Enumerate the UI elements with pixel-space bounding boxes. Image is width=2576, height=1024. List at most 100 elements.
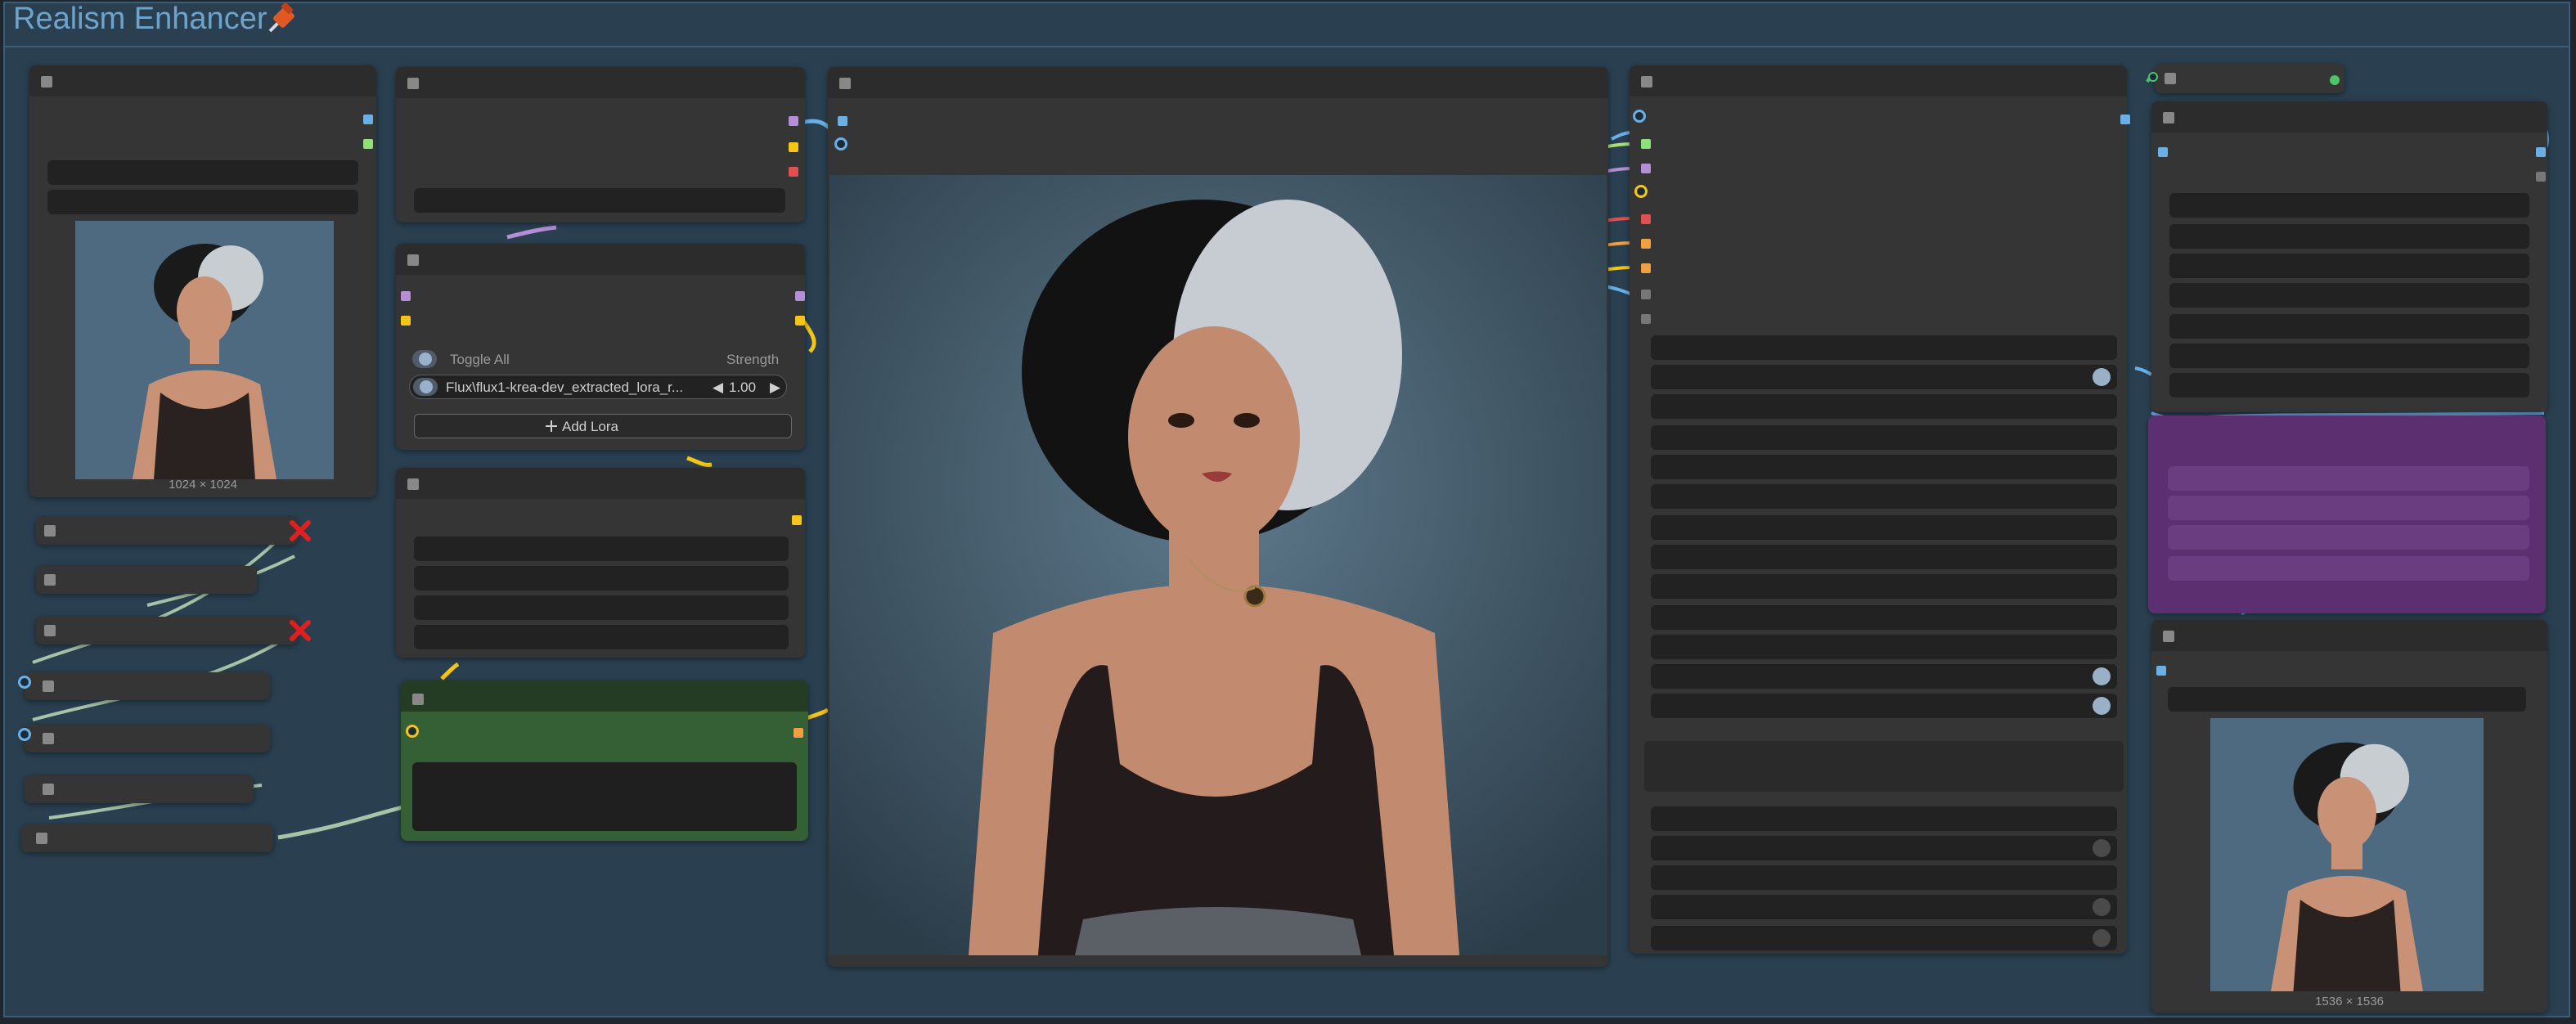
- input-slot-detailer[interactable]: [1641, 314, 1651, 324]
- input-slot[interactable]: [18, 676, 31, 689]
- collapse-toggle[interactable]: [407, 254, 419, 266]
- setting-widget-17[interactable]: [1651, 895, 2117, 919]
- model-name-widget[interactable]: [414, 188, 785, 213]
- toggle-all-switch[interactable]: [412, 350, 437, 368]
- setting-widget-18[interactable]: [1651, 926, 2117, 950]
- collapse-toggle[interactable]: [1641, 76, 1652, 88]
- primitive-node-3[interactable]: [36, 617, 298, 644]
- node-header[interactable]: [396, 468, 805, 499]
- input-slot[interactable]: [18, 728, 31, 741]
- input-slot-clip[interactable]: [401, 316, 411, 326]
- setting-widget-3[interactable]: [1651, 394, 2117, 419]
- input-slot-vae[interactable]: [1641, 214, 1651, 224]
- setting-widget-11[interactable]: [1651, 635, 2117, 659]
- output-slot-dot[interactable]: [2148, 72, 2158, 82]
- output-slot-clip[interactable]: [789, 142, 798, 152]
- param-widget-3[interactable]: [414, 595, 789, 620]
- collapse-toggle[interactable]: [44, 525, 56, 537]
- setting-widget-1[interactable]: [1651, 335, 2117, 360]
- remove-x-icon[interactable]: [288, 519, 312, 543]
- output-slot-image[interactable]: [2120, 115, 2130, 124]
- primitive-node-5[interactable]: [25, 725, 270, 752]
- toggle-knob[interactable]: [2093, 697, 2111, 715]
- lora-loader-node[interactable]: Toggle All Strength Flux\flux1-krea-dev_…: [396, 244, 805, 450]
- node-header[interactable]: [396, 67, 805, 98]
- bypassed-widget-2[interactable]: [2168, 496, 2529, 520]
- upscale-widget-3[interactable]: [2169, 254, 2529, 278]
- input-slot-image-a[interactable]: [838, 116, 847, 126]
- input-slot-negative[interactable]: [1641, 239, 1651, 249]
- bypassed-widget-3[interactable]: [2168, 525, 2529, 550]
- setting-widget-12[interactable]: [1651, 664, 2117, 689]
- upscale-widget-6[interactable]: [2169, 344, 2529, 368]
- pin-icon[interactable]: [265, 3, 298, 36]
- output-slot-secondary[interactable]: [2536, 172, 2546, 182]
- output-slot-model[interactable]: [795, 291, 805, 301]
- collapse-toggle[interactable]: [2165, 73, 2176, 84]
- collapse-toggle[interactable]: [36, 833, 47, 844]
- primitive-node-2[interactable]: [36, 566, 257, 594]
- node-header[interactable]: [1630, 65, 2127, 97]
- input-slot-image-b[interactable]: [834, 137, 847, 150]
- primitive-node-1[interactable]: [36, 517, 298, 545]
- upscale-settings-node[interactable]: [2151, 101, 2547, 412]
- input-slot-model[interactable]: [1641, 139, 1651, 149]
- input-slot-upscale-model[interactable]: [1641, 290, 1651, 299]
- primitive-node-6[interactable]: [25, 775, 254, 803]
- load-image-node[interactable]: 1024 × 1024: [29, 65, 376, 497]
- upscale-widget-5[interactable]: [2169, 314, 2529, 339]
- upscale-widget-2[interactable]: [2169, 224, 2529, 249]
- param-widget-2[interactable]: [414, 566, 789, 591]
- setting-text-area[interactable]: [1644, 741, 2124, 792]
- collapse-toggle[interactable]: [2163, 631, 2174, 642]
- group-title[interactable]: Realism Enhancer: [13, 2, 267, 37]
- sampler-node[interactable]: [1630, 65, 2130, 954]
- toggle-knob[interactable]: [2093, 898, 2111, 916]
- prompt-node[interactable]: [401, 680, 808, 841]
- input-slot-clip[interactable]: [1641, 164, 1651, 173]
- primitive-node-7[interactable]: [21, 824, 273, 852]
- input-slot-clip[interactable]: [406, 725, 419, 738]
- node-header[interactable]: [828, 67, 1608, 98]
- input-slot-positive[interactable]: [1634, 185, 1648, 198]
- collapse-toggle[interactable]: [43, 784, 54, 795]
- setting-widget-10[interactable]: [1651, 605, 2117, 630]
- input-slot-image[interactable]: [2158, 147, 2168, 157]
- upscale-widget-7[interactable]: [2169, 373, 2529, 397]
- node-header[interactable]: [401, 680, 808, 712]
- collapse-toggle[interactable]: [44, 574, 56, 586]
- input-slot-conditioning[interactable]: [1641, 263, 1651, 273]
- conditioning-node[interactable]: [396, 468, 805, 658]
- input-slot-model[interactable]: [401, 291, 411, 301]
- output-slot-dot[interactable]: [2330, 75, 2340, 85]
- preview-image-node[interactable]: 1536 × 1536: [2151, 620, 2547, 1013]
- collapse-toggle[interactable]: [43, 733, 54, 744]
- node-header[interactable]: [2151, 101, 2547, 132]
- output-slot-model[interactable]: [789, 116, 798, 126]
- output-slot-mask[interactable]: [363, 139, 373, 149]
- prompt-text-area[interactable]: [412, 762, 797, 831]
- collapse-toggle[interactable]: [412, 694, 424, 705]
- setting-widget-9[interactable]: [1651, 574, 2117, 599]
- output-slot-conditioning[interactable]: [793, 728, 803, 738]
- output-slot-clip[interactable]: [795, 316, 805, 326]
- model-loader-node[interactable]: [396, 67, 805, 222]
- output-slot-image[interactable]: [2536, 147, 2546, 157]
- add-lora-button[interactable]: Add Lora: [414, 414, 792, 438]
- upload-widget[interactable]: [47, 190, 358, 214]
- collapse-toggle[interactable]: [43, 680, 54, 692]
- setting-widget-7[interactable]: [1651, 515, 2117, 540]
- collapse-toggle[interactable]: [41, 76, 52, 88]
- image-select-widget[interactable]: [47, 160, 358, 185]
- image-compare-node[interactable]: [828, 67, 1608, 967]
- collapse-toggle[interactable]: [407, 478, 419, 490]
- collapsed-node[interactable]: [2155, 64, 2344, 93]
- bypassed-node[interactable]: [2148, 415, 2546, 613]
- filename-widget[interactable]: [2168, 687, 2526, 712]
- setting-widget-2[interactable]: [1651, 365, 2117, 389]
- primitive-node-4[interactable]: [25, 672, 270, 700]
- param-widget-4[interactable]: [414, 625, 789, 649]
- input-slot-images[interactable]: [2156, 666, 2166, 676]
- remove-x-icon[interactable]: [288, 618, 312, 643]
- node-header[interactable]: [396, 244, 805, 275]
